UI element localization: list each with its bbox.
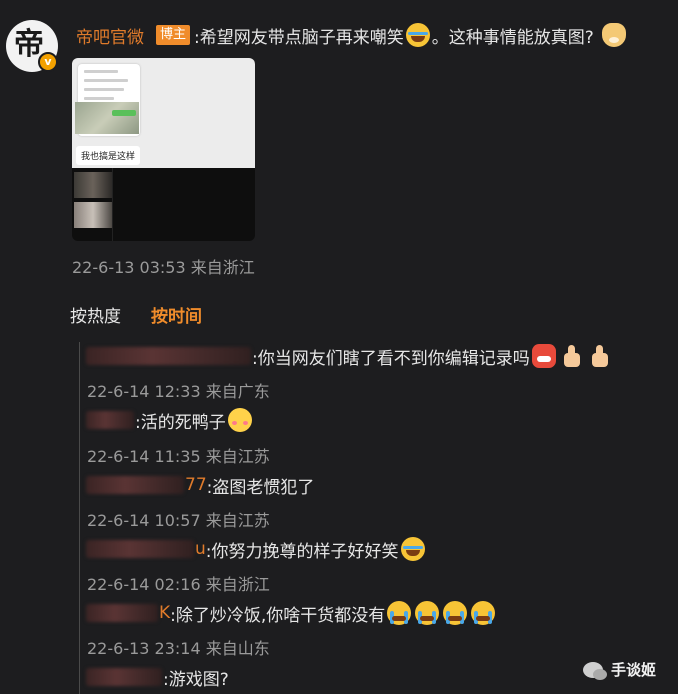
- tab-sort-hot[interactable]: 按热度: [70, 302, 121, 327]
- post-text: :希望网友带点脑子再来嘲笑: [194, 27, 404, 48]
- author-role-badge: 博主: [156, 25, 191, 45]
- verified-badge-icon: v: [38, 52, 58, 72]
- blush-emoji-icon: [227, 408, 252, 432]
- tab-sort-time[interactable]: 按时间: [151, 302, 202, 327]
- reply-text: :你努力挽尊的样子好好笑: [205, 541, 399, 562]
- reply-item: :游戏图?: [86, 663, 229, 691]
- reply-meta: 22-6-14 12:33 来自广东: [87, 382, 270, 401]
- post-meta: 22-6-13 03:53 来自浙江: [72, 258, 255, 277]
- reply-item: u :你努力挽尊的样子好好笑: [86, 535, 427, 563]
- image-screenshot: 我也搞是这样: [72, 58, 255, 168]
- image-thumb-b: [74, 202, 112, 228]
- watermark-text: 手谈姬: [610, 661, 656, 679]
- thread-line: [79, 342, 80, 694]
- reply-text: :游戏图?: [163, 669, 229, 690]
- username-tail[interactable]: u: [195, 539, 206, 559]
- reply-meta: 22-6-13 23:14 来自山东: [87, 639, 270, 658]
- username-tail[interactable]: 77: [185, 475, 207, 495]
- image-inner-photo: [75, 102, 139, 134]
- reply-text: :你当网友们瞎了看不到你编辑记录吗: [252, 348, 530, 369]
- post-author[interactable]: 帝吧官微: [76, 23, 144, 48]
- crying-emoji-icon: [443, 601, 468, 625]
- username-tail[interactable]: K: [159, 603, 170, 623]
- crying-emoji-icon: [387, 601, 412, 625]
- redacted-username[interactable]: [86, 347, 251, 365]
- reply-item: 77 :盗图老惯犯了: [86, 471, 314, 499]
- redacted-username[interactable]: [86, 476, 184, 494]
- redacted-username[interactable]: [86, 411, 134, 429]
- post-image[interactable]: 我也搞是这样: [72, 58, 255, 241]
- reply-text: :活的死鸭子: [135, 412, 226, 433]
- reply-text: :盗图老惯犯了: [206, 477, 315, 498]
- watermark: 手谈姬: [582, 659, 656, 680]
- post-text-2: 。这种事情能放真图?: [431, 27, 594, 48]
- reply-item: :你当网友们瞎了看不到你编辑记录吗: [86, 342, 614, 370]
- sort-tabs: 按热度 按时间: [70, 302, 232, 327]
- reply-text: :除了炒冷饭,你啥干货都没有: [170, 605, 386, 626]
- thumbs-up-emoji-icon: [560, 344, 584, 368]
- crying-emoji-icon: [471, 601, 496, 625]
- reply-meta: 22-6-14 11:35 来自江苏: [87, 447, 270, 466]
- redacted-username[interactable]: [86, 540, 194, 558]
- post-content: 帝吧官微 博主 :希望网友带点脑子再来嘲笑 。这种事情能放真图?: [76, 20, 628, 50]
- dog-emoji-icon: [601, 23, 626, 47]
- image-inner-tag: [112, 110, 136, 116]
- angry-emoji-icon: [531, 344, 556, 368]
- image-divider: [112, 168, 113, 241]
- reply-meta: 22-6-14 10:57 来自江苏: [87, 511, 270, 530]
- reply-item: :活的死鸭子: [86, 406, 254, 434]
- reply-meta: 22-6-14 02:16 来自浙江: [87, 575, 270, 594]
- image-quote-text: 我也搞是这样: [76, 146, 141, 165]
- laugh-emoji-icon: [400, 537, 425, 561]
- wechat-icon: [582, 661, 607, 680]
- laugh-emoji-icon: [405, 23, 430, 47]
- thumbs-up-emoji-icon: [588, 344, 612, 368]
- redacted-username[interactable]: [86, 604, 158, 622]
- reply-item: K :除了炒冷饭,你啥干货都没有: [86, 599, 497, 627]
- crying-emoji-icon: [415, 601, 440, 625]
- image-thumb-a: [74, 172, 112, 198]
- redacted-username[interactable]: [86, 668, 162, 686]
